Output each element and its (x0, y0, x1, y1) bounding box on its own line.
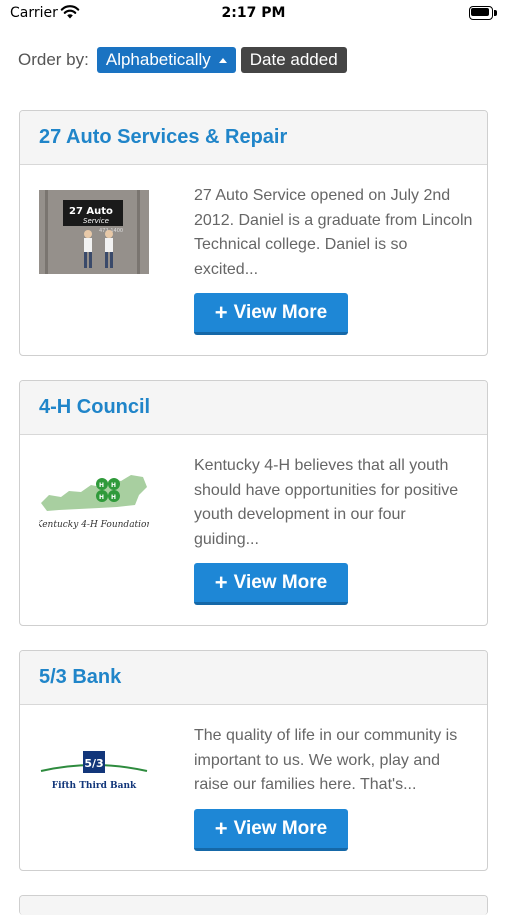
listing-header (20, 896, 487, 915)
battery-icon (469, 6, 497, 20)
view-more-label: View More (233, 301, 328, 323)
listing-description: The quality of life in our community is … (194, 727, 458, 793)
view-more-label: View More (233, 817, 328, 839)
logo-text-line1: 27 Auto (69, 206, 113, 217)
logo-caption: Fifth Third Bank (52, 781, 137, 791)
plus-icon: + (214, 299, 228, 325)
order-date-added-button[interactable]: Date added (240, 47, 347, 73)
view-more-button[interactable]: + View More (194, 563, 348, 605)
status-bar: Carrier 2:17 PM (0, 0, 507, 28)
listing-card: 5/3 Bank 5/3 Fifth Third Bank The qualit… (19, 650, 488, 871)
logo-text-line2: Service (83, 217, 109, 225)
order-alphabetically-button[interactable]: Alphabetically (96, 47, 236, 73)
order-date-added-label: Date added (249, 50, 338, 69)
listing-card: 4-H Council H H H H Kentucky 4-H Foundat… (19, 380, 488, 626)
logo-caption: Kentucky 4-H Foundation (39, 520, 149, 530)
plus-icon: + (214, 815, 228, 841)
listing-card (19, 895, 488, 915)
listing-card: 27 Auto Services & Repair 27 Auto Servic… (19, 110, 488, 356)
listing-header: 5/3 Bank (20, 651, 487, 705)
caret-up-icon (218, 57, 227, 63)
order-by-label: Order by: (18, 50, 89, 69)
listing-header: 27 Auto Services & Repair (20, 111, 487, 165)
listing-description: Kentucky 4-H believes that all youth sho… (194, 457, 459, 548)
fifth-third-bank-logo: 5/3 Fifth Third Bank (40, 751, 148, 791)
listing-title[interactable]: 27 Auto Services & Repair (39, 126, 287, 149)
order-by-bar: Order by: Alphabetically Date added (18, 46, 352, 74)
kentucky-4h-logo: H H H H Kentucky 4-H Foundation (39, 475, 149, 530)
svg-text:H: H (111, 482, 116, 489)
order-alphabetically-label: Alphabetically (105, 50, 211, 69)
listing-description: 27 Auto Service opened on July 2nd 2012.… (194, 187, 473, 278)
listing-title[interactable]: 5/3 Bank (39, 666, 121, 689)
auto-service-logo: 27 Auto Service 472-1400 (39, 190, 149, 274)
listing-header: 4-H Council (20, 381, 487, 435)
svg-text:H: H (99, 482, 104, 489)
view-more-button[interactable]: + View More (194, 809, 348, 851)
status-time: 2:17 PM (221, 5, 286, 21)
listing-title[interactable]: 4-H Council (39, 396, 150, 419)
plus-icon: + (214, 569, 228, 595)
svg-text:H: H (99, 494, 104, 501)
view-more-label: View More (233, 571, 328, 593)
view-more-button[interactable]: + View More (194, 293, 348, 335)
svg-text:5/3: 5/3 (84, 757, 103, 770)
svg-text:H: H (111, 494, 116, 501)
